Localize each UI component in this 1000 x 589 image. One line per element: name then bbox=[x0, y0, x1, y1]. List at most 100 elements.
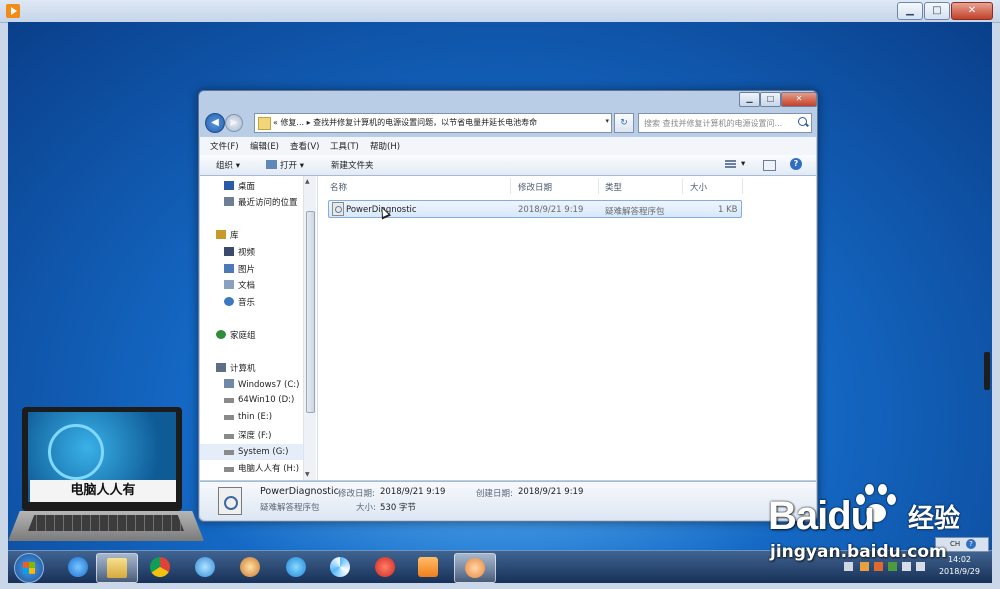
back-button[interactable]: ◀ bbox=[205, 113, 225, 133]
search-icon[interactable] bbox=[798, 117, 807, 126]
taskbar-paint[interactable] bbox=[230, 553, 270, 581]
menu-file[interactable]: 文件(F) bbox=[210, 140, 239, 152]
taskbar-ie[interactable] bbox=[58, 553, 98, 581]
computer-icon bbox=[216, 363, 226, 372]
nav-label: 桌面 bbox=[238, 182, 256, 192]
taskbar-pet[interactable] bbox=[454, 553, 496, 583]
nav-drive-g[interactable]: System (G:) bbox=[200, 444, 304, 460]
menu-help[interactable]: 帮助(H) bbox=[370, 140, 400, 152]
refresh-button[interactable]: ↻ bbox=[614, 113, 634, 133]
scroll-up-icon[interactable]: ▲ bbox=[305, 178, 310, 185]
column-name[interactable]: 名称 bbox=[330, 181, 347, 193]
taskbar-pinwheel[interactable] bbox=[320, 553, 360, 581]
command-bar: 组织 ▾ 打开 ▾ 新建文件夹 ▾ ? bbox=[200, 155, 816, 176]
taskbar-app-blue[interactable] bbox=[185, 553, 225, 581]
minimize-button[interactable]: ▁ bbox=[897, 2, 923, 20]
gear-graphic bbox=[48, 424, 104, 480]
laptop-logo: 电脑人人有 bbox=[8, 405, 204, 553]
laptop-keyboard bbox=[28, 515, 184, 531]
file-modified: 2018/9/21 9:19 bbox=[518, 205, 584, 215]
preview-pane-icon[interactable] bbox=[763, 160, 776, 171]
file-size: 1 KB bbox=[718, 205, 738, 215]
address-bar[interactable]: « 修复... ▸ 查找并修复计算机的电源设置问题，以节省电量并延长电池寿命 ▾ bbox=[254, 113, 612, 133]
taskbar-chrome[interactable] bbox=[140, 553, 180, 581]
explorer-close-button[interactable]: ✕ bbox=[781, 92, 817, 107]
maximize-button[interactable]: □ bbox=[924, 2, 950, 20]
menu-bar: 文件(F) 编辑(E) 查看(V) 工具(T) 帮助(H) bbox=[200, 137, 816, 156]
nav-label: thin (E:) bbox=[238, 412, 273, 422]
documents-icon bbox=[224, 280, 234, 289]
nav-homegroup[interactable]: 家庭组 bbox=[216, 329, 256, 343]
library-icon bbox=[216, 230, 226, 239]
nav-drive-c[interactable]: Windows7 (C:) bbox=[224, 379, 299, 393]
baidu-logo-text: Baidu bbox=[768, 494, 875, 538]
drive-icon bbox=[224, 434, 234, 439]
column-type[interactable]: 类型 bbox=[605, 181, 622, 193]
drive-icon bbox=[224, 450, 234, 455]
column-separator bbox=[682, 178, 683, 194]
nav-label: 深度 (F:) bbox=[238, 431, 272, 441]
nav-music[interactable]: 音乐 bbox=[224, 296, 255, 310]
nav-computer[interactable]: 计算机 bbox=[216, 362, 256, 376]
column-separator bbox=[598, 178, 599, 194]
details-pane: PowerDiagnostic 疑难解答程序包 修改日期: 2018/9/21 … bbox=[200, 481, 816, 520]
details-type: 疑难解答程序包 bbox=[260, 503, 320, 513]
browser-icon bbox=[286, 557, 306, 577]
troubleshooting-pack-icon bbox=[332, 202, 344, 216]
scroll-down-icon[interactable]: ▼ bbox=[305, 471, 310, 478]
nav-drive-f[interactable]: 深度 (F:) bbox=[224, 429, 271, 443]
view-dropdown-icon[interactable]: ▾ bbox=[741, 159, 745, 169]
nav-label: 电脑人人有 (H:) bbox=[238, 464, 300, 474]
column-modified[interactable]: 修改日期 bbox=[518, 181, 552, 193]
file-type: 疑难解答程序包 bbox=[605, 207, 665, 217]
column-size[interactable]: 大小 bbox=[690, 181, 707, 193]
remote-desktop-window: ▁ □ ✕ ▁ □ ✕ ◀ ▶ « 修复... ▸ 查找并修复计算机的电源设置问… bbox=[0, 0, 1000, 589]
explorer-window: ▁ □ ✕ ◀ ▶ « 修复... ▸ 查找并修复计算机的电源设置问题，以节省电… bbox=[198, 90, 818, 522]
nav-label: 文档 bbox=[238, 281, 256, 291]
organize-button[interactable]: 组织 ▾ bbox=[216, 159, 240, 171]
new-folder-button[interactable]: 新建文件夹 bbox=[331, 159, 374, 171]
nav-drive-h[interactable]: 电脑人人有 (H:) bbox=[224, 462, 299, 476]
column-separator bbox=[742, 178, 743, 194]
nav-libraries[interactable]: 库 bbox=[216, 229, 239, 243]
video-icon bbox=[224, 247, 234, 256]
explorer-maximize-button[interactable]: □ bbox=[760, 92, 781, 107]
taskbar-chess[interactable] bbox=[365, 553, 405, 581]
search-box[interactable]: 搜索 查找并修复计算机的电源设置问... bbox=[638, 113, 812, 133]
menu-tools[interactable]: 工具(T) bbox=[330, 140, 359, 152]
nav-drive-e[interactable]: thin (E:) bbox=[224, 412, 272, 426]
nav-recent[interactable]: 最近访问的位置 bbox=[224, 196, 298, 210]
menu-edit[interactable]: 编辑(E) bbox=[250, 140, 279, 152]
drive-icon bbox=[224, 467, 234, 472]
nav-scrollbar-thumb[interactable] bbox=[306, 211, 315, 413]
nav-drive-d[interactable]: 64Win10 (D:) bbox=[224, 395, 294, 409]
troubleshooting-pack-large-icon bbox=[218, 487, 242, 515]
nav-documents[interactable]: 文档 bbox=[224, 279, 255, 293]
taskbar-explorer[interactable] bbox=[96, 553, 138, 583]
details-name: PowerDiagnostic bbox=[260, 486, 339, 497]
help-icon[interactable]: ? bbox=[790, 158, 802, 170]
menu-view[interactable]: 查看(V) bbox=[290, 140, 319, 152]
details-size-label: 大小: bbox=[356, 503, 376, 513]
start-button[interactable] bbox=[14, 553, 44, 583]
view-options-icon[interactable] bbox=[725, 160, 736, 169]
details-created-value: 2018/9/21 9:19 bbox=[518, 487, 584, 497]
drive-icon bbox=[224, 398, 234, 403]
nav-label: 家庭组 bbox=[230, 331, 256, 341]
baidu-jingyan-text: 经验 bbox=[908, 504, 961, 534]
navigation-pane: 桌面 最近访问的位置 库 视频 图片 文档 音乐 家庭组 计算机 Windows… bbox=[200, 176, 318, 480]
address-dropdown-icon[interactable]: ▾ bbox=[605, 117, 609, 125]
nav-desktop[interactable]: 桌面 bbox=[224, 180, 255, 194]
forward-button[interactable]: ▶ bbox=[225, 114, 243, 132]
open-button[interactable]: 打开 ▾ bbox=[280, 159, 304, 171]
side-handle[interactable] bbox=[984, 352, 990, 390]
open-icon bbox=[266, 160, 277, 169]
file-list: 名称 修改日期 类型 大小 PowerDiagnostic 2018/9/21 … bbox=[318, 176, 816, 480]
taskbar-media-player[interactable] bbox=[408, 553, 448, 581]
taskbar-edge[interactable] bbox=[276, 553, 316, 581]
nav-label: 64Win10 (D:) bbox=[238, 395, 295, 405]
nav-pictures[interactable]: 图片 bbox=[224, 263, 255, 277]
explorer-minimize-button[interactable]: ▁ bbox=[739, 92, 760, 107]
nav-videos[interactable]: 视频 bbox=[224, 246, 255, 260]
close-button[interactable]: ✕ bbox=[951, 2, 993, 20]
